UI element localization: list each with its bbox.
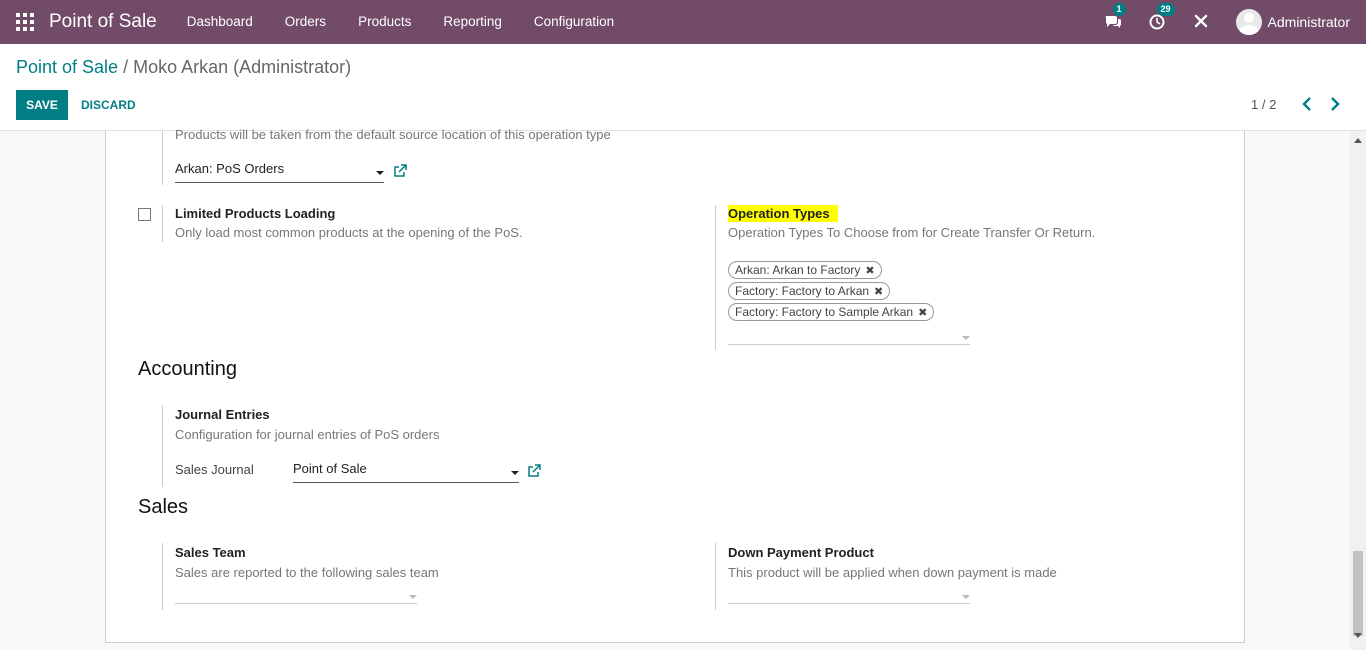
chevron-right-icon <box>1331 97 1340 111</box>
vertical-scrollbar[interactable] <box>1350 131 1366 650</box>
picking-type-select[interactable]: Arkan: PoS Orders <box>175 161 384 183</box>
messages-count-badge: 1 <box>1112 3 1126 16</box>
pager-value[interactable]: 1 / 2 <box>1251 97 1276 112</box>
sales-journal-select[interactable]: Point of Sale <box>293 461 519 483</box>
app-brand[interactable]: Point of Sale <box>49 11 157 33</box>
pager-next-button[interactable] <box>1329 96 1343 112</box>
breadcrumb-separator: / <box>123 57 134 77</box>
limited-products-description: Only load most common products at the op… <box>175 225 523 240</box>
pager-previous-button[interactable] <box>1301 96 1315 112</box>
sales-team-select[interactable] <box>175 586 417 604</box>
down-payment-description: This product will be applied when down p… <box>728 565 1057 580</box>
setting-divider <box>715 543 716 610</box>
external-link-icon <box>528 464 541 477</box>
down-payment-product-select[interactable] <box>728 586 970 604</box>
caret-down-icon <box>409 595 417 599</box>
breadcrumb-parent[interactable]: Point of Sale <box>16 57 118 77</box>
control-panel: Point of Sale / Moko Arkan (Administrato… <box>0 44 1366 131</box>
tag-label: Arkan: Arkan to Factory <box>735 263 861 277</box>
down-payment-label: Down Payment Product <box>728 545 874 560</box>
picking-type-external-link[interactable] <box>393 164 407 178</box>
caret-down-icon <box>962 336 970 340</box>
setting-divider <box>715 205 716 350</box>
menu-configuration[interactable]: Configuration <box>518 0 630 44</box>
user-menu[interactable]: Administrator <box>1268 14 1350 30</box>
sales-journal-value: Point of Sale <box>293 461 367 476</box>
tag-label: Factory: Factory to Sample Arkan <box>735 305 914 319</box>
menu-reporting[interactable]: Reporting <box>427 0 518 44</box>
systray: 1 29 Administrator <box>1104 0 1350 44</box>
setting-divider <box>162 131 163 185</box>
setting-divider <box>162 405 163 487</box>
top-navbar: Point of Sale Dashboard Orders Products … <box>0 0 1366 44</box>
journal-entries-description: Configuration for journal entries of PoS… <box>175 427 440 442</box>
scrollbar-thumb[interactable] <box>1353 551 1363 636</box>
tag-label: Factory: Factory to Arkan <box>735 284 870 298</box>
sales-journal-label: Sales Journal <box>175 462 254 477</box>
setting-divider <box>162 205 163 242</box>
menu-dashboard[interactable]: Dashboard <box>171 0 269 44</box>
debug-tools-icon[interactable] <box>1192 12 1212 32</box>
save-button[interactable]: SAVE <box>16 90 68 120</box>
operation-types-description: Operation Types To Choose from for Creat… <box>728 225 1096 240</box>
setting-divider <box>162 543 163 610</box>
external-link-icon <box>394 164 407 177</box>
remove-tag-icon[interactable]: ✖ <box>874 284 883 300</box>
journal-entries-label: Journal Entries <box>175 407 270 422</box>
sales-section-title: Sales <box>138 496 189 518</box>
operation-type-tag: Factory: Factory to Arkan ✖ <box>728 282 891 300</box>
caret-down-icon <box>962 595 970 599</box>
operation-type-tag: Arkan: Arkan to Factory ✖ <box>728 261 882 279</box>
picking-type-description: Products will be taken from the default … <box>175 127 611 142</box>
remove-tag-icon[interactable]: ✖ <box>865 263 874 279</box>
caret-down-icon <box>511 471 519 475</box>
user-avatar[interactable] <box>1235 9 1262 35</box>
scroll-down-arrow-icon[interactable] <box>1354 633 1362 638</box>
sales-journal-external-link[interactable] <box>527 464 541 478</box>
accounting-section-title: Accounting <box>138 358 237 380</box>
sales-team-description: Sales are reported to the following sale… <box>175 565 439 580</box>
limited-products-checkbox[interactable] <box>138 208 151 221</box>
messages-icon[interactable]: 1 <box>1104 3 1126 32</box>
menu-orders[interactable]: Orders <box>269 0 342 44</box>
discard-button[interactable]: DISCARD <box>81 90 136 120</box>
menu-products[interactable]: Products <box>342 0 427 44</box>
sales-team-label: Sales Team <box>175 545 246 560</box>
remove-tag-icon[interactable]: ✖ <box>918 305 927 321</box>
activities-icon[interactable]: 29 <box>1148 3 1175 32</box>
limited-products-label: Limited Products Loading <box>175 206 336 221</box>
caret-down-icon <box>376 171 384 175</box>
operation-types-label: Operation Types <box>728 205 838 222</box>
wrench-cross-icon <box>1194 14 1207 28</box>
picking-type-value: Arkan: PoS Orders <box>175 161 285 176</box>
chevron-left-icon <box>1302 97 1311 111</box>
breadcrumb-current: Moko Arkan (Administrator) <box>133 57 352 77</box>
operation-types-input[interactable] <box>728 327 970 345</box>
scroll-up-arrow-icon[interactable] <box>1354 138 1362 143</box>
apps-menu-icon[interactable] <box>16 13 34 31</box>
operation-type-tag: Factory: Factory to Sample Arkan ✖ <box>728 303 935 321</box>
activities-count-badge: 29 <box>1156 3 1175 16</box>
operation-types-label-text: Operation Types <box>728 205 838 222</box>
breadcrumb: Point of Sale / Moko Arkan (Administrato… <box>16 57 351 78</box>
